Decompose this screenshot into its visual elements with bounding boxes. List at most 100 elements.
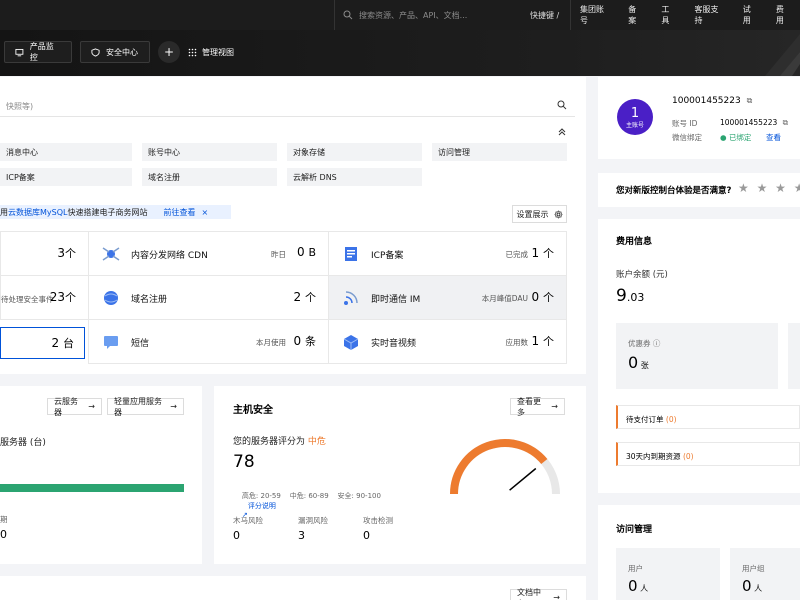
nav-group-account[interactable]: 集团账号: [571, 4, 619, 26]
expiring-value: (0): [682, 452, 694, 461]
docs-card: 文档中心 →: [0, 576, 586, 600]
manage-view-button[interactable]: 管理视图: [188, 47, 234, 58]
copy-icon[interactable]: ⧉: [747, 96, 753, 105]
account-uin: 100001455223 ⧉: [672, 96, 752, 106]
nav-tools[interactable]: 工具: [652, 4, 685, 26]
product-monitor-label: 产品监控: [29, 42, 54, 62]
collapse-chevron-icon[interactable]: [558, 128, 566, 136]
score-help-link[interactable]: 评分说明: [248, 502, 276, 510]
grid-cell-trtc[interactable]: 实时音视频 应用数 1 个: [328, 319, 567, 364]
top-navigation-bar: 搜索资源、产品、API、文档... 快捷键 / 集团账号 备案 工具 客服支持 …: [0, 0, 800, 30]
shortcut-message-center[interactable]: 消息中心: [0, 143, 132, 161]
arrow-right-icon: →: [170, 402, 177, 411]
info-icon: ⓘ: [652, 339, 661, 348]
cell-name: 即时通信 IM: [371, 295, 421, 305]
decorative-ribbon-icon: [765, 34, 800, 76]
grid-cell-servers-focused[interactable]: 2 台: [0, 327, 85, 359]
stat-attack-value: 0: [363, 529, 370, 542]
security-center-label: 安全中心: [106, 47, 138, 57]
icp-document-icon: [345, 247, 357, 261]
wechat-status-text: 已绑定: [728, 133, 752, 142]
shortcut-account-center[interactable]: 账号中心: [142, 143, 277, 161]
cell-value: 3: [57, 246, 65, 260]
account-uin-text: 100001455223: [672, 96, 741, 106]
servers-status-bar: [0, 484, 184, 492]
cvm-button[interactable]: 云服务器 →: [47, 396, 102, 417]
survey-question: 您对新版控制台体验是否满意?: [616, 186, 732, 196]
nav-trial[interactable]: 试用: [734, 4, 767, 26]
close-icon[interactable]: ×: [201, 208, 208, 217]
nav-beian[interactable]: 备案: [619, 4, 652, 26]
cell-value: 0: [531, 290, 540, 304]
cell-meta: 昨日: [271, 250, 286, 259]
cvm-button-label: 云服务器: [54, 396, 78, 417]
cell-value: 2: [293, 290, 302, 304]
wechat-icon: ●: [720, 133, 727, 142]
fee-card: 费用信息 账户余额 (元) 9.03 优惠券 ⓘ 0 张 待支付订单 (0) 3…: [598, 219, 800, 493]
display-settings-button[interactable]: 设置展示: [512, 205, 567, 223]
shortcut-icp[interactable]: ICP备案: [0, 168, 132, 186]
shortcut-object-storage[interactable]: 对象存储: [287, 143, 422, 161]
search-placeholder: 搜索资源、产品、API、文档...: [359, 10, 468, 20]
pending-label: 待支付订单: [626, 415, 664, 424]
notice-action-link[interactable]: 前往查看: [163, 207, 195, 218]
nav-billing[interactable]: 费用: [767, 4, 800, 26]
cell-unit: 个: [543, 247, 554, 260]
stat-trojan-label: 木马风险: [233, 516, 263, 525]
cell-unit: 个: [305, 291, 316, 304]
groups-box[interactable]: 用户组 0 人: [730, 548, 800, 600]
users-value-row: 0 人: [628, 577, 648, 595]
manage-view-label: 管理视图: [202, 48, 234, 57]
score-legend-text: 高危: 20-59 中危: 60-89 安全: 90-100: [241, 492, 381, 500]
security-center-button[interactable]: 安全中心: [80, 41, 150, 63]
grid-cell-im[interactable]: 即时通信 IM 本月峰值DAU 0 个: [328, 275, 567, 320]
grid-cell-icp[interactable]: ICP备案 已完成 1 个: [328, 231, 567, 276]
score-line: 您的服务器评分为 中危: [233, 434, 326, 447]
account-id-value: 100001455223 ⧉: [720, 118, 788, 128]
product-search-row[interactable]: 快照等): [0, 93, 575, 117]
view-more-button[interactable]: 查看更多 →: [510, 396, 565, 417]
nav-support[interactable]: 客服支持: [686, 4, 734, 26]
pending-orders-row[interactable]: 待支付订单 (0): [616, 405, 800, 429]
cell-value: 0: [293, 334, 302, 348]
grid-cell-cvm-count[interactable]: 3个: [0, 231, 89, 276]
servers-card: 云服务器 → 轻量应用服务器 → 服务器 (台) 期 0: [0, 386, 202, 564]
grid-cell-domain[interactable]: 域名注册 2 个: [88, 275, 329, 320]
cell-value: 2: [51, 336, 60, 350]
users-box[interactable]: 用户 0 人: [616, 548, 720, 600]
coupon-value-row: 0 张: [628, 353, 649, 372]
shortcut-access-management[interactable]: 访问管理: [432, 143, 567, 161]
search-icon[interactable]: [557, 100, 567, 110]
grid-cell-security-events[interactable]: 待处理安全事件 23个: [0, 275, 89, 320]
cell-name: 实时音视频: [371, 339, 417, 349]
groups-value-row: 0 人: [742, 577, 762, 595]
balance-dec: .03: [626, 291, 645, 304]
groups-unit: 人: [754, 584, 763, 593]
copy-icon[interactable]: ⧉: [783, 118, 788, 127]
view-more-label: 查看更多: [517, 396, 541, 417]
sms-icon: [104, 336, 118, 349]
pending-value: (0): [665, 415, 677, 424]
docs-center-button[interactable]: 文档中心 →: [510, 588, 567, 600]
notice-mysql-link[interactable]: 云数据库MySQL: [8, 207, 67, 218]
cell-value: 0: [296, 245, 305, 259]
shortcut-domain[interactable]: 域名注册: [142, 168, 277, 186]
add-shortcut-button[interactable]: +: [158, 41, 180, 63]
grid-cell-sms[interactable]: 短信 本月使用 0 条: [88, 319, 329, 364]
arrow-right-icon: →: [551, 402, 558, 411]
cell-meta: 已完成: [505, 250, 529, 259]
expiring-resources-row[interactable]: 30天内到期资源 (0): [616, 442, 800, 466]
users-value: 0: [628, 577, 638, 595]
lighthouse-button[interactable]: 轻量应用服务器 →: [107, 397, 184, 417]
grid-cell-cdn[interactable]: 内容分发网络 CDN 昨日 0 B: [88, 231, 329, 276]
access-management-card: 访问管理 用户 0 人 用户组 0 人: [598, 505, 800, 600]
wechat-label: 微信绑定: [672, 133, 702, 142]
product-monitor-button[interactable]: 产品监控: [4, 41, 72, 63]
cell-value: 1: [531, 246, 540, 260]
global-search[interactable]: 搜索资源、产品、API、文档...: [334, 0, 560, 30]
rating-stars[interactable]: ★ ★ ★ ★: [738, 181, 800, 195]
cell-value: 23: [49, 290, 65, 304]
wechat-view-link[interactable]: 查看: [766, 132, 781, 143]
shortcut-dns[interactable]: 云解析 DNS: [287, 168, 422, 186]
coupon-box[interactable]: 优惠券 ⓘ 0 张: [616, 323, 778, 389]
